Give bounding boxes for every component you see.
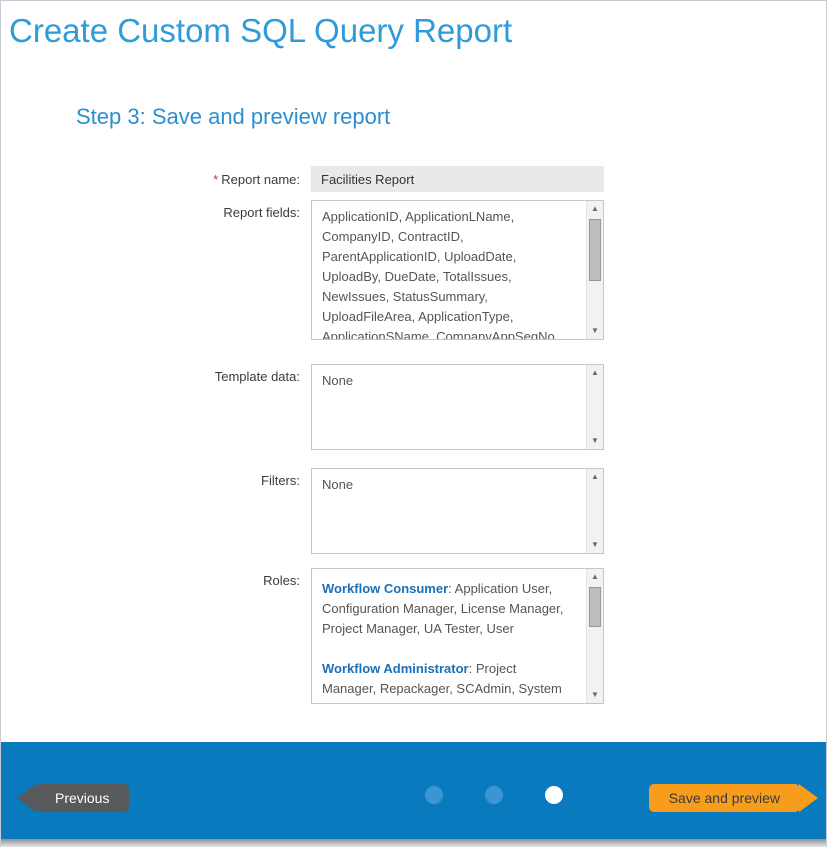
previous-button-label: Previous <box>55 790 109 806</box>
role-group: Workflow Consumer: Application User, Con… <box>322 579 573 639</box>
template-data-scrollbar[interactable]: ▲ ▼ <box>586 365 603 449</box>
form-row-report-fields: Report fields: ApplicationID, Applicatio… <box>1 200 826 340</box>
step-indicator <box>425 786 563 804</box>
report-fields-label: Report fields: <box>1 200 311 340</box>
scrollbar-thumb[interactable] <box>589 219 601 281</box>
form-row-template-data: Template data: None ▲ ▼ <box>1 364 826 450</box>
report-fields-scrollbar[interactable]: ▲ ▼ <box>586 201 603 339</box>
template-data-text: None <box>322 371 573 391</box>
filters-scrollbar[interactable]: ▲ ▼ <box>586 469 603 553</box>
report-name-label: Report name: <box>221 172 300 187</box>
scroll-up-icon[interactable]: ▲ <box>587 569 603 585</box>
form-row-roles: Roles: Workflow Consumer: Application Us… <box>1 568 826 704</box>
report-form: *Report name: Report fields: Application… <box>1 166 826 704</box>
scroll-down-icon[interactable]: ▼ <box>587 433 603 449</box>
roles-box[interactable]: Workflow Consumer: Application User, Con… <box>311 568 604 704</box>
step-heading: Step 3: Save and preview report <box>76 104 826 130</box>
roles-label: Roles: <box>1 568 311 704</box>
page-bottom-shadow <box>1 839 826 847</box>
save-and-preview-button-label: Save and preview <box>669 790 780 806</box>
step-dot <box>425 786 443 804</box>
scroll-down-icon[interactable]: ▼ <box>587 687 603 703</box>
form-row-report-name: *Report name: <box>1 166 826 192</box>
role-group: Workflow Administrator: Project Manager,… <box>322 659 573 704</box>
step-dot <box>545 786 563 804</box>
report-fields-box[interactable]: ApplicationID, ApplicationLName, Company… <box>311 200 604 340</box>
template-data-box[interactable]: None ▲ ▼ <box>311 364 604 450</box>
save-and-preview-button[interactable]: Save and preview <box>649 784 800 812</box>
roles-scrollbar[interactable]: ▲ ▼ <box>586 569 603 703</box>
wizard-footer: Previous Save and preview <box>1 742 826 839</box>
filters-text: None <box>322 475 573 495</box>
filters-box[interactable]: None ▲ ▼ <box>311 468 604 554</box>
page-title: Create Custom SQL Query Report <box>9 13 826 49</box>
role-group-name: Workflow Consumer <box>322 581 448 596</box>
required-asterisk: * <box>213 172 218 187</box>
report-name-label-wrap: *Report name: <box>1 166 311 192</box>
wizard-page: Create Custom SQL Query Report Step 3: S… <box>0 0 827 847</box>
template-data-label: Template data: <box>1 364 311 450</box>
role-group-name: Workflow Administrator <box>322 661 469 676</box>
scroll-down-icon[interactable]: ▼ <box>587 537 603 553</box>
scroll-up-icon[interactable]: ▲ <box>587 201 603 217</box>
step-dot <box>485 786 503 804</box>
report-name-input[interactable] <box>311 166 604 192</box>
filters-label: Filters: <box>1 468 311 554</box>
report-fields-text: ApplicationID, ApplicationLName, Company… <box>322 207 573 340</box>
previous-button[interactable]: Previous <box>35 784 129 812</box>
scroll-up-icon[interactable]: ▲ <box>587 469 603 485</box>
scrollbar-thumb[interactable] <box>589 587 601 627</box>
form-row-filters: Filters: None ▲ ▼ <box>1 468 826 554</box>
scroll-up-icon[interactable]: ▲ <box>587 365 603 381</box>
scroll-down-icon[interactable]: ▼ <box>587 323 603 339</box>
